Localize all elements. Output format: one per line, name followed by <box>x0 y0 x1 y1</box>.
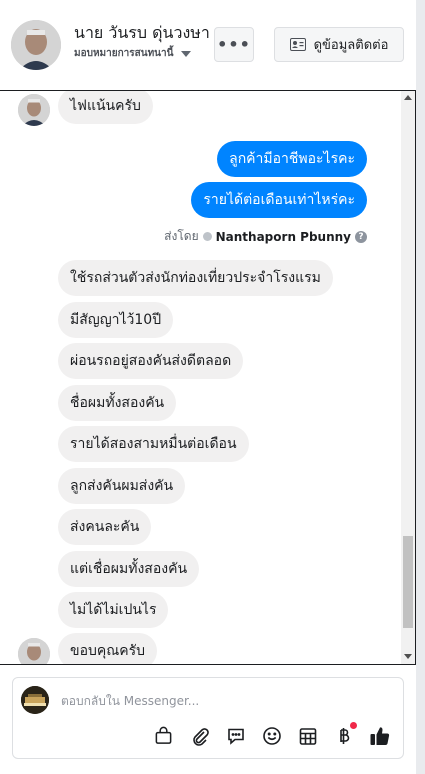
message-bubble: ใช้รถส่วนตัวส่งนักท่องเที่ยวประจำโรงแรม <box>58 260 333 296</box>
message-bubble: ผ่อนรถอยู่สองคันส่งดีตลอด <box>58 343 244 379</box>
caret-down-icon <box>181 50 192 57</box>
contact-name: นาย วันรบ ดุ่นวงษา <box>74 23 210 42</box>
like-icon[interactable] <box>368 724 391 747</box>
notification-dot <box>350 722 357 729</box>
contact-avatar[interactable] <box>11 20 61 70</box>
message-bubble: ชื่อผมทั้งสองคัน <box>58 385 177 421</box>
more-options-button[interactable]: ••• <box>214 27 254 62</box>
sent-by-info: ส่งโดย Nanthaporn Pbunny ? <box>164 227 367 246</box>
paperclip-icon[interactable] <box>188 724 211 747</box>
bag-icon[interactable] <box>152 724 175 747</box>
message-bubble: ขอบคุณครับ <box>58 633 157 664</box>
message-thread[interactable]: ไฟแน้นครับ ลูกค้ามีอาชีพอะไรคะ รายได้ต่อ… <box>0 90 416 665</box>
message-bubble: มีสัญญาไว้10ปี <box>58 302 174 338</box>
scroll-up-arrow-icon[interactable] <box>404 95 412 100</box>
composer-toolbar <box>152 722 391 747</box>
view-contact-button[interactable]: ดูข้อมูลติดต่อ <box>274 27 404 62</box>
scrollbar[interactable] <box>401 91 415 664</box>
baht-payment-icon[interactable] <box>332 722 357 747</box>
emoji-icon[interactable] <box>260 724 283 747</box>
message-bubble: ส่งคนละคัน <box>58 509 152 545</box>
message-bubble: รายได้ต่อเดือนเท่าไหร่คะ <box>191 182 367 218</box>
sender-avatar <box>18 638 50 664</box>
contact-card-icon <box>289 38 306 51</box>
view-contact-label: ดูข้อมูลติดต่อ <box>313 38 389 53</box>
sender-avatar <box>18 94 50 126</box>
conversation-page: นาย วันรบ ดุ่นวงษา มอบหมายการสนทนานี้ ••… <box>0 0 425 774</box>
page-gutter <box>416 0 425 774</box>
scrollbar-thumb[interactable] <box>403 536 413 628</box>
scroll-down-arrow-icon[interactable] <box>404 654 412 659</box>
message-bubble: ลูกส่งคันผมส่งคัน <box>58 468 186 504</box>
check-icon <box>202 232 212 241</box>
page-avatar <box>21 686 49 714</box>
sent-by-label: ส่งโดย <box>164 229 199 243</box>
conversation-header: นาย วันรบ ดุ่นวงษา มอบหมายการสนทนานี้ ••… <box>0 0 416 90</box>
message-bubble: ไฟแน้นครับ <box>58 91 153 124</box>
message-bubble: รายได้สองสามหมื่นต่อเดือน <box>58 426 249 462</box>
message-bubble: ไม่ได้ไม่เปนไร <box>58 592 169 628</box>
saved-reply-icon[interactable] <box>224 724 247 747</box>
assign-label: มอบหมายการสนทนานี้ <box>74 48 174 59</box>
assign-conversation-dropdown[interactable]: มอบหมายการสนทนานี้ <box>74 46 192 61</box>
calendar-icon[interactable] <box>296 724 319 747</box>
agent-name[interactable]: Nanthaporn Pbunny <box>216 230 351 244</box>
message-bubble: ลูกค้ามีอาชีพอะไรคะ <box>217 141 367 177</box>
reply-composer <box>12 677 404 759</box>
message-bubble: แต่เชื่อผมทั้งสองคัน <box>58 551 200 587</box>
help-icon[interactable]: ? <box>355 230 367 243</box>
reply-input[interactable] <box>61 690 391 712</box>
